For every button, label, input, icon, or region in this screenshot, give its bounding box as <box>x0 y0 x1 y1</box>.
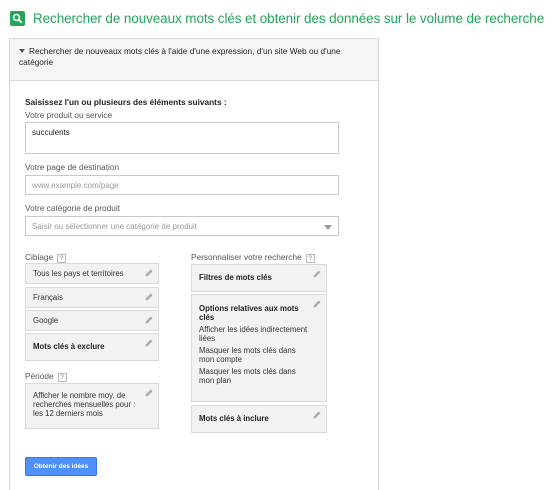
location-value: Tous les pays et territoires <box>33 269 124 278</box>
period-setting[interactable]: Afficher le nombre moy. de recherches me… <box>25 383 159 429</box>
pencil-icon <box>145 316 153 324</box>
category-select-value: Saisir ou sélectionner une catégorie de … <box>32 222 197 231</box>
option-hide-account-keywords: Masquer les mots clés dans mon compte <box>199 346 296 364</box>
negative-keywords-setting[interactable]: Mots clés à exclure <box>25 333 159 361</box>
customize-label: Personnaliser votre recherche? <box>191 252 315 263</box>
period-label-text: Période <box>25 371 54 381</box>
category-label: Votre catégorie de produit <box>25 203 121 213</box>
customize-label-text: Personnaliser votre recherche <box>191 252 302 262</box>
keyword-filters-setting[interactable]: Filtres de mots clés <box>191 264 327 292</box>
page-title[interactable]: Rechercher de nouveaux mots clés et obte… <box>33 11 544 26</box>
page-header: Rechercher de nouveaux mots clés et obte… <box>10 8 555 28</box>
landing-page-input[interactable]: www.example.com/page <box>25 175 339 195</box>
pencil-icon <box>313 270 321 278</box>
landing-page-label: Votre page de destination <box>25 162 120 172</box>
keyword-options-title: Options relatives aux mots clés <box>199 304 299 322</box>
pencil-icon <box>145 389 153 397</box>
option-indirect-ideas: Afficher les idées indirectement liées <box>199 325 308 343</box>
pencil-icon <box>145 293 153 301</box>
keyword-filters-label: Filtres de mots clés <box>199 273 272 282</box>
network-value: Google <box>33 316 59 325</box>
caret-down-icon <box>19 49 25 53</box>
search-icon <box>10 10 25 26</box>
include-keywords-setting[interactable]: Mots clés à inclure <box>191 405 327 433</box>
option-hide-plan-keywords: Masquer les mots clés dans mon plan <box>199 367 296 385</box>
targeting-label-text: Ciblage <box>25 252 54 262</box>
location-setting[interactable]: Tous les pays et territoires <box>25 263 159 284</box>
product-label: Votre produit ou service <box>25 110 113 120</box>
period-label: Période? <box>25 371 67 382</box>
panel-heading[interactable]: Rechercher de nouveaux mots clés à l'aid… <box>10 39 378 81</box>
get-ideas-button[interactable]: Obtenir des idées <box>25 457 97 476</box>
dropdown-arrow-icon <box>324 225 332 230</box>
pencil-icon <box>313 300 321 308</box>
category-select[interactable]: Saisir ou sélectionner une catégorie de … <box>25 216 339 236</box>
pencil-icon <box>145 269 153 277</box>
panel-heading-text: Rechercher de nouveaux mots clés à l'aid… <box>19 46 341 67</box>
pencil-icon <box>313 411 321 419</box>
help-icon[interactable]: ? <box>57 254 67 263</box>
include-keywords-label: Mots clés à inclure <box>199 414 269 423</box>
targeting-label: Ciblage? <box>25 252 67 263</box>
language-setting[interactable]: Français <box>25 287 159 308</box>
intro-label: Saisissez l'un ou plusieurs des éléments… <box>25 97 227 107</box>
help-icon[interactable]: ? <box>305 254 315 263</box>
pencil-icon <box>145 339 153 347</box>
product-input[interactable]: succulents <box>25 122 339 154</box>
language-value: Français <box>33 293 63 302</box>
negative-keywords-label: Mots clés à exclure <box>33 342 105 351</box>
help-icon[interactable]: ? <box>57 373 67 382</box>
period-value: Afficher le nombre moy. de recherches me… <box>33 391 136 418</box>
network-setting[interactable]: Google <box>25 310 159 331</box>
keyword-options-setting[interactable]: Options relatives aux mots clés Afficher… <box>191 294 327 402</box>
